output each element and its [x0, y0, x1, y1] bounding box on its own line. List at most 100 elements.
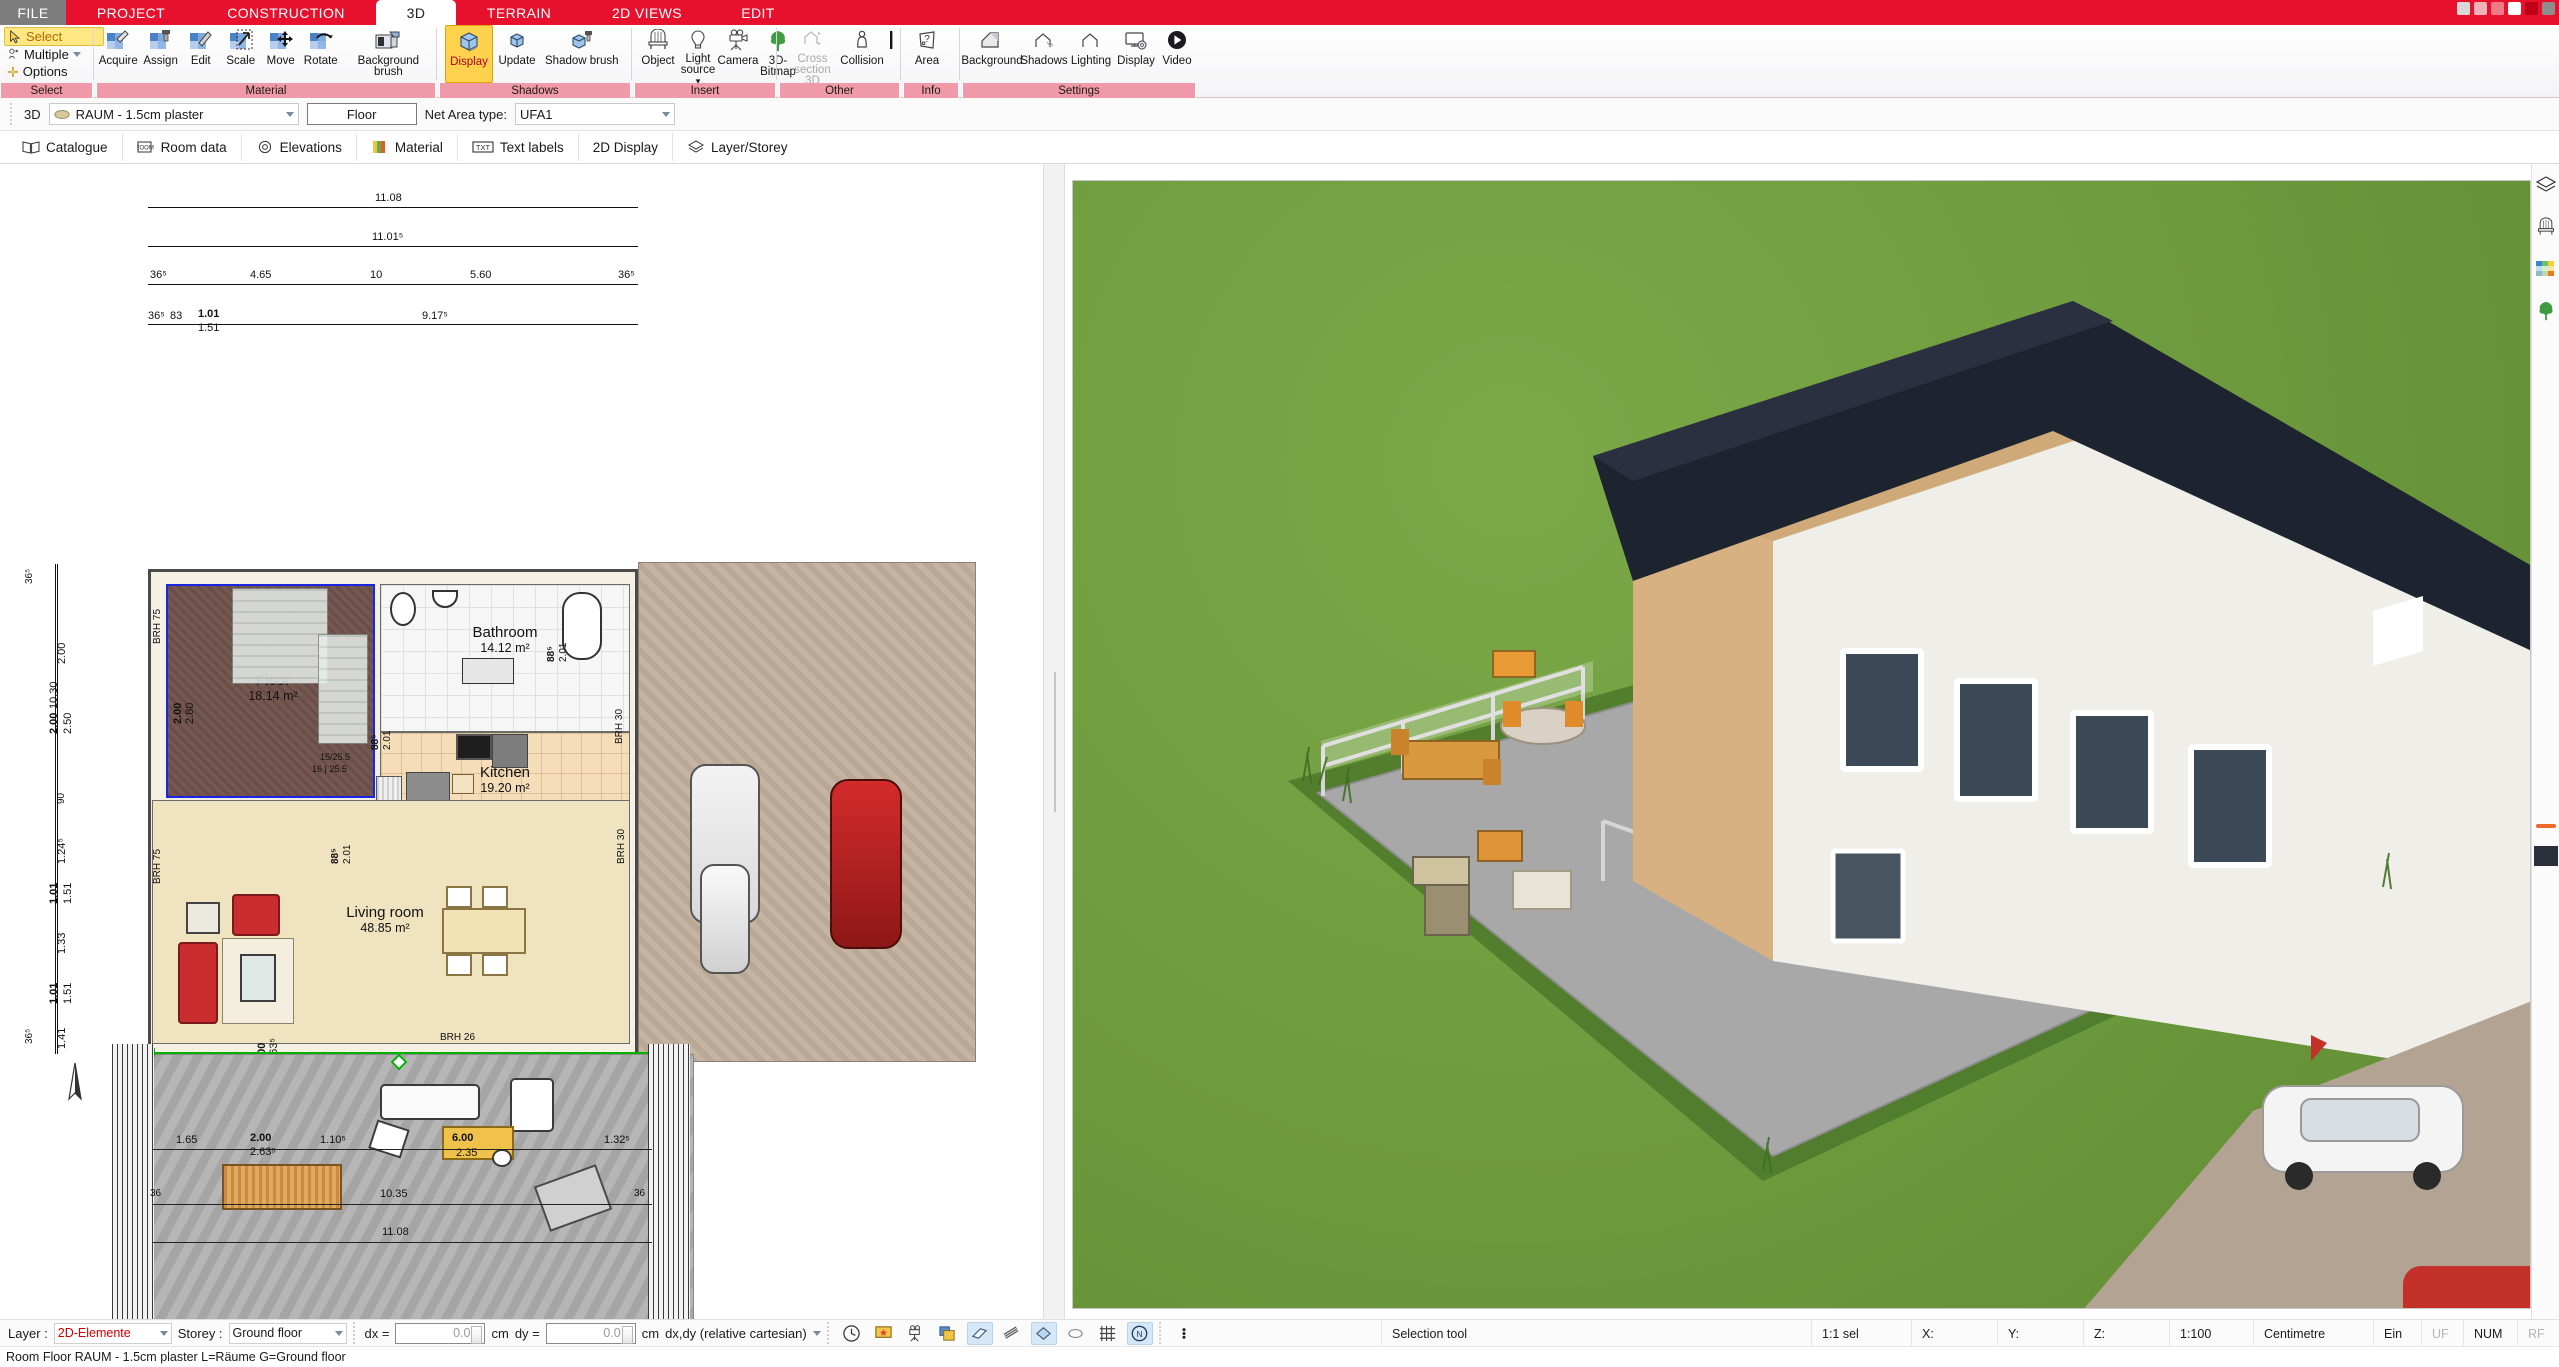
help-icon[interactable]	[2474, 2, 2487, 15]
toggle-snap-lines[interactable]	[999, 1322, 1025, 1345]
rail-objects-button[interactable]	[2532, 206, 2559, 248]
perspective-3d-view[interactable]	[1072, 180, 2531, 1309]
close-icon[interactable]	[2525, 2, 2538, 15]
terrace-sofa-2d[interactable]	[380, 1084, 480, 1120]
settings-video-button[interactable]: Video	[1158, 25, 1196, 83]
tab-2d-views[interactable]: 2D VIEWS	[582, 0, 712, 25]
tab-layer-storey[interactable]: Layer/Storey	[673, 133, 802, 161]
tab-material[interactable]: Material	[357, 133, 458, 161]
terrace-chair-2d[interactable]	[510, 1078, 554, 1132]
move-button[interactable]: Move	[261, 25, 301, 83]
floor-plan-2d-view[interactable]: 11.08 11.01⁵ 36⁵ 4.65 10 5.60 36⁵ 36⁵ 83…	[0, 164, 1043, 1319]
settings-shadows-button[interactable]: Shadows	[1020, 25, 1068, 83]
tab-2d-display[interactable]: 2D Display	[579, 133, 673, 161]
tab-project[interactable]: PROJECT	[66, 0, 196, 25]
dining-chair-2d[interactable]	[446, 954, 472, 976]
tab-catalogue[interactable]: Catalogue	[8, 133, 123, 161]
dining-table-2d[interactable]	[442, 908, 526, 954]
shadow-update-button[interactable]: Update	[493, 25, 541, 83]
toggle-north[interactable]: N	[1126, 1321, 1153, 1345]
chevron-down-icon[interactable]	[159, 1330, 168, 1336]
tab-room-data[interactable]: ROOM Room data	[123, 133, 242, 161]
splitter-grip[interactable]	[1054, 671, 1056, 812]
tab-edit[interactable]: EDIT	[712, 0, 804, 25]
area-button[interactable]: ? Area	[907, 25, 947, 83]
bath-furniture-2d[interactable]	[462, 658, 514, 684]
toggle-camera-path[interactable]	[903, 1322, 929, 1345]
status-scale[interactable]: 1:100	[2169, 1320, 2253, 1347]
scale-button[interactable]: Scale	[221, 25, 261, 83]
car-white-2-2d[interactable]	[700, 864, 750, 974]
terrace-plant-2d[interactable]	[492, 1149, 512, 1167]
view-splitter[interactable]	[1043, 164, 1065, 1319]
acquire-button[interactable]: Acquire	[96, 25, 140, 83]
status-unit[interactable]: Centimetre	[2253, 1320, 2373, 1347]
toggle-time[interactable]	[839, 1322, 865, 1345]
settings-display-button[interactable]: Display	[1114, 25, 1158, 83]
drag-handle[interactable]	[10, 103, 12, 125]
tab-file[interactable]: FILE	[0, 0, 66, 25]
car-red-2d[interactable]	[830, 779, 902, 949]
measure-line-button[interactable]	[882, 25, 900, 83]
chevron-down-icon[interactable]	[662, 111, 671, 117]
collision-button[interactable]: Collision	[840, 25, 884, 83]
light-source-button[interactable]: Light source ▾	[678, 25, 718, 86]
toggle-presentation[interactable]	[871, 1322, 897, 1345]
assign-button[interactable]: Assign	[140, 25, 180, 83]
chevron-down-icon[interactable]	[334, 1330, 343, 1336]
tab-text-labels[interactable]: TXT Text labels	[458, 133, 579, 161]
chair-2d[interactable]	[452, 774, 474, 794]
settings-background-button[interactable]: Background	[961, 25, 1023, 83]
tab-elevations[interactable]: Elevations	[242, 133, 357, 161]
staircase-lower-2d[interactable]	[318, 634, 368, 744]
toggle-images[interactable]	[935, 1322, 961, 1345]
coordinate-mode-label[interactable]: dx,dy (relative cartesian)	[665, 1326, 807, 1341]
counter-2d[interactable]	[492, 734, 528, 768]
shadow-display-button[interactable]: Display	[445, 25, 493, 83]
dining-chair-2d[interactable]	[446, 886, 472, 908]
armchair-2d[interactable]	[232, 894, 280, 936]
layer-combo[interactable]: 2D-Elemente	[53, 1322, 172, 1344]
chevron-down-icon[interactable]	[72, 52, 81, 57]
staircase-2d[interactable]	[232, 588, 328, 684]
shadow-brush-button[interactable]: Shadow brush	[541, 25, 623, 83]
stove-2d[interactable]	[456, 734, 492, 760]
speaker-2d[interactable]	[186, 902, 220, 934]
tab-construction[interactable]: CONSTRUCTION	[196, 0, 376, 25]
toggle-snap-free[interactable]	[1063, 1322, 1089, 1345]
storey-combo[interactable]: Ground floor	[228, 1322, 347, 1344]
settings-lighting-button[interactable]: Lighting	[1068, 25, 1114, 83]
toggle-snap-surface[interactable]	[966, 1321, 993, 1345]
rail-layers-button[interactable]	[2532, 164, 2559, 206]
room-name-field[interactable]: Floor	[306, 103, 417, 125]
tab-terrain[interactable]: TERRAIN	[456, 0, 582, 25]
door-2d[interactable]	[240, 954, 276, 1002]
dining-chair-2d[interactable]	[482, 886, 508, 908]
net-area-type-combo[interactable]: UFA1	[515, 103, 676, 125]
chevron-down-icon[interactable]	[285, 111, 294, 117]
background-brush-button[interactable]: Background brush	[341, 25, 436, 83]
dining-chair-2d[interactable]	[482, 954, 508, 976]
menu-handle-icon[interactable]	[2534, 846, 2558, 866]
toggle-more[interactable]	[1171, 1322, 1197, 1345]
toggle-snap-plane[interactable]	[1030, 1321, 1057, 1345]
sofa-2d[interactable]	[178, 942, 218, 1024]
insert-object-button[interactable]: Object	[638, 25, 678, 83]
tab-3d[interactable]: 3D	[376, 0, 456, 25]
cross-section-3d-button[interactable]: Cross section 3D	[783, 25, 842, 87]
material-combo[interactable]: RAUM - 1.5cm plaster	[48, 103, 299, 125]
pin-icon[interactable]	[2457, 2, 2470, 15]
dx-input[interactable]: 0.0	[395, 1322, 486, 1344]
minimize-icon[interactable]	[2491, 2, 2504, 15]
restore-icon[interactable]	[2508, 2, 2521, 15]
toggle-grid[interactable]	[1095, 1322, 1121, 1345]
chevron-down-icon[interactable]	[812, 1330, 821, 1336]
scrollbar-thumb-accent[interactable]	[2536, 824, 2556, 828]
rail-materials-button[interactable]	[2532, 248, 2559, 290]
rail-plants-button[interactable]	[2532, 290, 2559, 332]
select-button[interactable]: Select	[4, 27, 104, 46]
dy-input[interactable]: 0.0	[545, 1322, 636, 1344]
edit-material-button[interactable]: Edit	[181, 25, 221, 83]
toilet-2d[interactable]	[390, 592, 416, 626]
menu-icon[interactable]	[2542, 2, 2555, 15]
